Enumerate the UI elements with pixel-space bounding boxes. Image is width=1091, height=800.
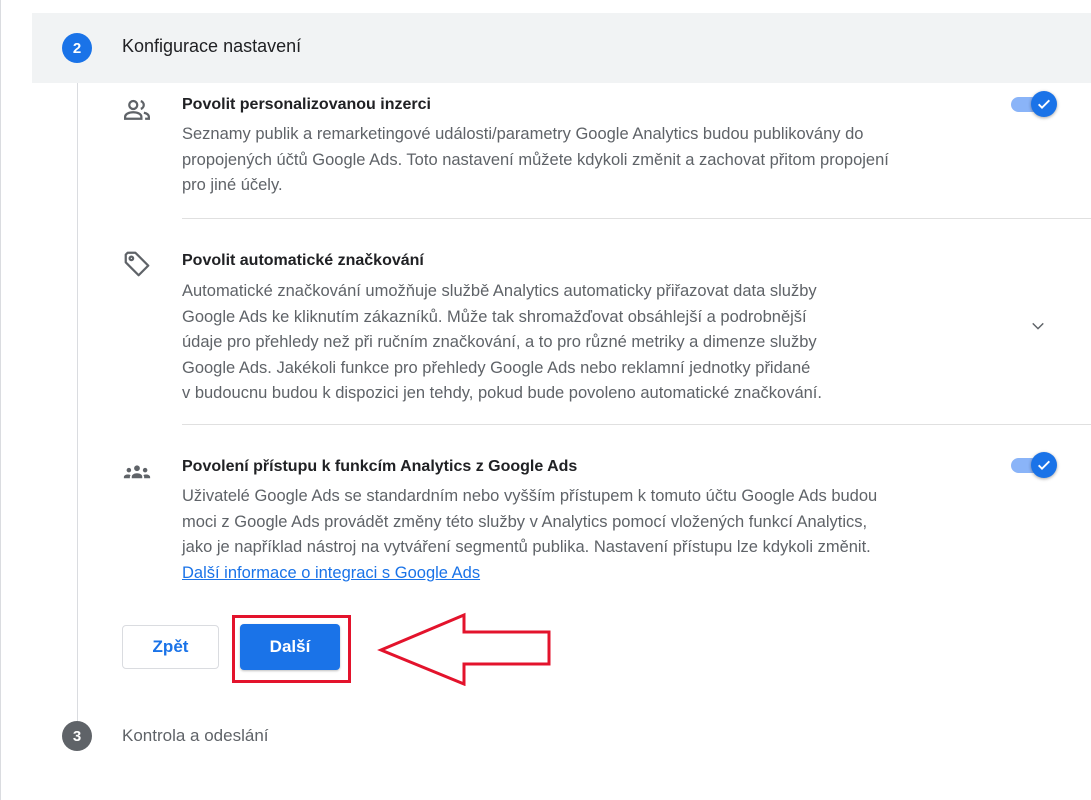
setting-title: Povolení přístupu k funkcím Analytics z … — [182, 458, 578, 475]
personalized-ads-toggle[interactable] — [1011, 91, 1057, 117]
tag-icon — [122, 249, 152, 279]
desc-line: Uživatelé Google Ads se standardním nebo… — [182, 487, 878, 505]
setting-ads-access: Povolení přístupu k funkcím Analytics z … — [122, 455, 1091, 585]
learn-more-link[interactable]: Další informace o integraci s Google Ads — [182, 561, 877, 587]
divider — [182, 424, 1091, 425]
back-button[interactable]: Zpět — [122, 625, 219, 669]
chevron-down-icon[interactable] — [1029, 317, 1047, 335]
step-3-title[interactable]: Kontrola a odeslání — [122, 726, 269, 746]
stepper-line — [77, 62, 78, 722]
annotation-arrow-icon — [376, 612, 556, 687]
setting-auto-tagging: Povolit automatické značkování Automatic… — [122, 249, 1091, 409]
setting-title: Povolit automatické značkování — [182, 252, 424, 269]
setup-card: 2 Konfigurace nastavení Povolit personal… — [0, 0, 1091, 800]
step-2-number: 2 — [62, 33, 92, 63]
setting-title: Povolit personalizovanou inzerci — [182, 96, 431, 113]
step-3-number: 3 — [62, 721, 92, 751]
desc-line: Google Ads. Jakékoli funkce pro přehledy… — [182, 358, 811, 377]
step-2-header[interactable]: 2 Konfigurace nastavení — [32, 13, 1091, 83]
desc-line: propojených účtů Google Ads. Toto nastav… — [182, 150, 889, 169]
desc-line: v budoucnu budou k dispozici jen tehdy, … — [182, 384, 822, 402]
group-icon — [122, 457, 152, 487]
desc-line: moci z Google Ads provádět změny této sl… — [182, 512, 868, 531]
desc-line: údaje pro přehledy než při ručním značko… — [182, 333, 817, 351]
check-icon — [1031, 452, 1057, 478]
ads-access-toggle[interactable] — [1011, 452, 1057, 478]
step-2-title: Konfigurace nastavení — [122, 36, 302, 56]
divider — [182, 218, 1091, 219]
setting-description: Automatické značkování umožňuje službě A… — [182, 279, 822, 407]
next-button[interactable]: Další — [240, 624, 340, 670]
desc-line: Automatické značkování umožňuje službě A… — [182, 282, 817, 300]
check-icon — [1031, 91, 1057, 117]
people-icon — [122, 95, 152, 125]
desc-line: Seznamy publik a remarketingové události… — [182, 125, 864, 143]
desc-line: pro jiné účely. — [182, 176, 283, 194]
setting-description: Seznamy publik a remarketingové události… — [182, 122, 889, 199]
desc-line: Google Ads ke kliknutím zákazníků. Může … — [182, 307, 807, 326]
setting-description: Uživatelé Google Ads se standardním nebo… — [182, 484, 877, 586]
setting-personalized-ads: Povolit personalizovanou inzerci Seznamy… — [122, 93, 1091, 203]
desc-line: jako je například nástroj na vytváření s… — [182, 538, 871, 556]
